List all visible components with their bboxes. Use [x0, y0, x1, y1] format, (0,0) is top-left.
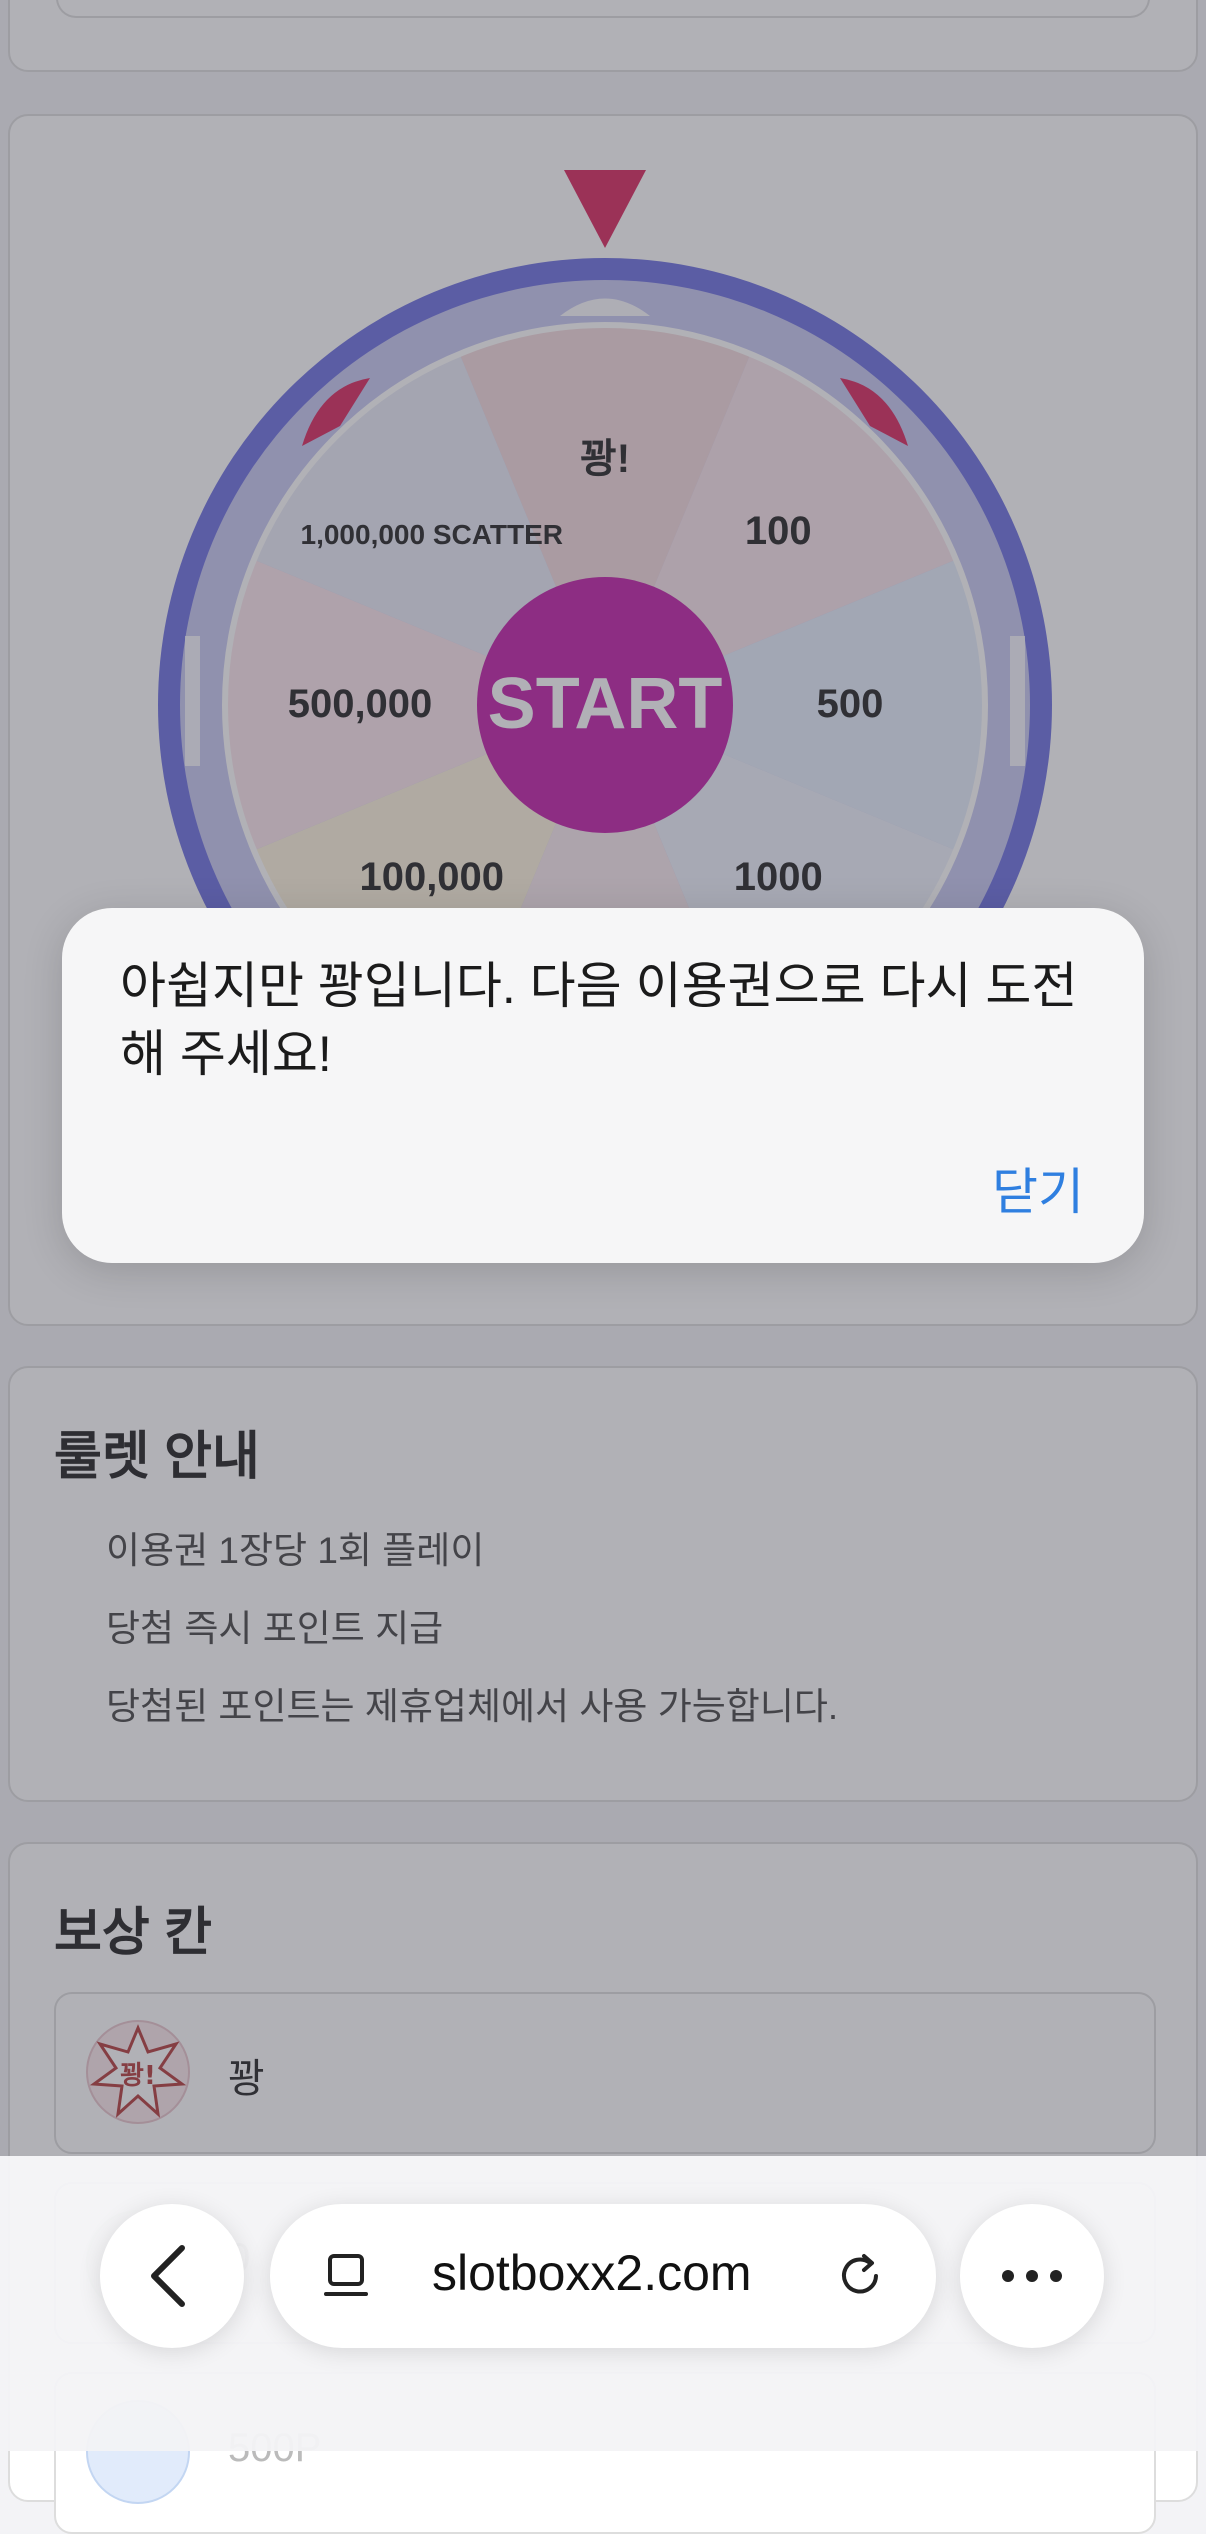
more-icon [1002, 2270, 1062, 2282]
back-icon [151, 2245, 185, 2307]
close-button[interactable]: 닫기 [992, 1152, 1084, 1224]
alert-dialog: 아쉽지만 꽝입니다. 다음 이용권으로 다시 도전해 주세요! 닫기 [62, 908, 1144, 1263]
back-button[interactable] [100, 2204, 244, 2348]
more-button[interactable] [960, 2204, 1104, 2348]
address-bar[interactable]: slotboxx2.com [270, 2204, 936, 2348]
browser-toolbar: slotboxx2.com [0, 2156, 1206, 2451]
reload-icon[interactable] [830, 2246, 890, 2306]
dialog-message: 아쉽지만 꽝입니다. 다음 이용권으로 다시 도전해 주세요! [120, 958, 1078, 1082]
url-text: slotboxx2.com [432, 2245, 752, 2301]
tabs-icon[interactable] [318, 2246, 378, 2306]
